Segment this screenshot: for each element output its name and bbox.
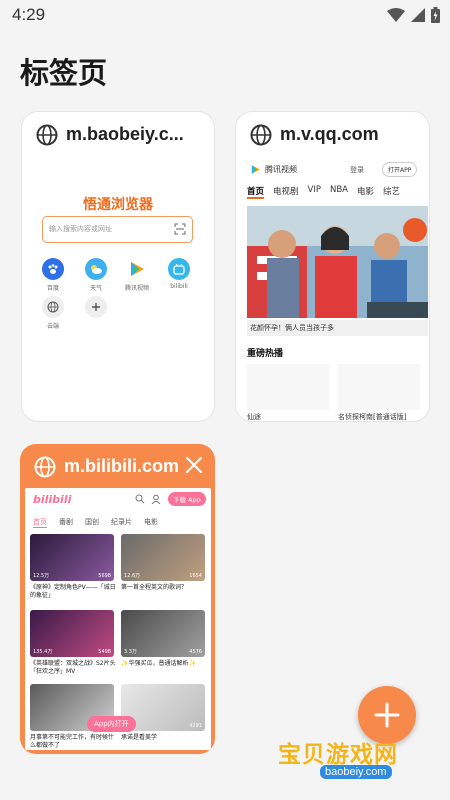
view-count: 12.5万 bbox=[33, 573, 50, 579]
tab-card-header: m.baobeiy.c... bbox=[22, 112, 214, 158]
globe-icon bbox=[42, 296, 64, 318]
nav-tab: 首页 bbox=[247, 187, 265, 199]
search-input[interactable]: 输入搜索内容或网址 bbox=[42, 216, 193, 243]
page-preview: bilibili 下载 App 首页 番剧 国创 纪录片 电影 12.5万 56… bbox=[25, 488, 211, 750]
video-title: 《英雄联盟：双城之战》S2片头「狂欢之序」MV bbox=[30, 660, 116, 675]
nav-tab: VIP bbox=[307, 185, 321, 195]
status-bar: 4:29 bbox=[0, 0, 450, 30]
open-app-button: 打开APP bbox=[382, 162, 418, 177]
wifi-icon bbox=[387, 8, 405, 22]
video-title: 名侦探柯南[普通话版] bbox=[338, 413, 407, 421]
shortcut-label: 腾讯视频 bbox=[124, 285, 149, 292]
nav-tab: NBA bbox=[329, 185, 348, 195]
tab-card-header: m.bilibili.com bbox=[20, 444, 215, 490]
tab-url: m.baobeiy.c... bbox=[66, 124, 184, 144]
shortcut-label: 天气 bbox=[89, 285, 102, 292]
globe-icon bbox=[34, 456, 56, 478]
comment-count: 1654 bbox=[189, 573, 202, 579]
shortcut-label: bilibili bbox=[170, 283, 188, 290]
nav-tab: 电视剧 bbox=[273, 187, 299, 197]
nav-tabs: 首页 番剧 国创 纪录片 电影 bbox=[33, 517, 158, 528]
tab-card-header: m.v.qq.com bbox=[236, 112, 429, 158]
comment-count: 5498 bbox=[98, 649, 111, 655]
status-icons bbox=[387, 7, 440, 23]
tencent-video-icon bbox=[126, 258, 148, 280]
browser-brand: 悟通浏览器 bbox=[83, 197, 153, 213]
video-title: 承诺是看美学 bbox=[121, 734, 158, 741]
watermark-text: 宝贝游戏网 bbox=[278, 742, 398, 768]
comment-count: 4291 bbox=[189, 723, 202, 729]
video-title: 仙途 bbox=[247, 413, 261, 421]
page-preview: 腾讯视频 登录 打开APP 首页 电视剧 VIP NBA 电影 综艺 花颜怀孕！… bbox=[244, 160, 428, 421]
video-thumbnail: 135.4万 5498 bbox=[30, 610, 114, 657]
comment-count: 5698 bbox=[98, 573, 111, 579]
shortcut-weather[interactable]: 天气 bbox=[79, 258, 113, 292]
page-title: 标签页 bbox=[20, 56, 108, 90]
nav-tab: 电影 bbox=[357, 187, 375, 197]
watermark: 宝贝游戏网 baobeiy.com bbox=[270, 725, 440, 795]
video-title: ✨华强买瓜，普通话解析✨ bbox=[121, 660, 196, 667]
nav-tabs: 首页 电视剧 VIP NBA 电影 综艺 bbox=[247, 185, 400, 199]
tab-card-qq[interactable]: m.v.qq.com 腾讯视频 登录 打开APP 首页 电视剧 VIP NBA … bbox=[236, 112, 429, 421]
user-icon bbox=[151, 494, 161, 504]
shortcut-bilibili[interactable]: bilibili bbox=[162, 258, 196, 290]
nav-tab: 电影 bbox=[144, 518, 158, 526]
shortcut-baidu[interactable]: 百度 bbox=[36, 258, 70, 292]
banner-image bbox=[247, 206, 428, 318]
comment-count: 4576 bbox=[189, 649, 202, 655]
nav-tab: 首页 bbox=[33, 518, 47, 528]
open-in-app-button: App内打开 bbox=[87, 716, 136, 732]
status-time: 4:29 bbox=[12, 5, 46, 24]
bilibili-logo: bilibili bbox=[33, 493, 72, 506]
globe-icon bbox=[250, 124, 272, 146]
tab-url: m.v.qq.com bbox=[280, 124, 379, 144]
plus-icon bbox=[85, 296, 107, 318]
watermark-url: baobeiy.com bbox=[320, 765, 392, 779]
bilibili-icon bbox=[168, 258, 190, 280]
search-icon bbox=[135, 494, 145, 504]
video-thumbnail bbox=[247, 364, 329, 410]
view-count: 3.3万 bbox=[124, 649, 137, 655]
tencent-video-icon bbox=[251, 165, 260, 174]
shortcut-tencent-video[interactable]: 腾讯视频 bbox=[120, 258, 154, 292]
nav-tab: 综艺 bbox=[383, 187, 401, 197]
baidu-icon bbox=[42, 258, 64, 280]
search-placeholder: 输入搜索内容或网址 bbox=[49, 225, 112, 233]
nav-tab: 纪录片 bbox=[111, 518, 132, 526]
video-title: 第一首全程英文的歌词？ bbox=[121, 584, 188, 591]
download-app-button: 下载 App bbox=[168, 492, 206, 506]
nav-tab: 国创 bbox=[85, 518, 99, 526]
globe-icon bbox=[36, 124, 58, 146]
weather-icon bbox=[85, 258, 107, 280]
signal-icon bbox=[411, 8, 425, 22]
video-title: 月事第不可能完工作，有时候什么都做不了 bbox=[30, 734, 115, 749]
video-title: 《原神》定制角色PV——「城日的象征」 bbox=[30, 584, 116, 599]
scan-icon[interactable] bbox=[174, 223, 186, 235]
tab-url: m.bilibili.com bbox=[64, 456, 180, 476]
section-title: 重磅热播 bbox=[247, 349, 284, 359]
video-thumbnail: 12.5万 5698 bbox=[30, 534, 114, 581]
logo-text: 腾讯视频 bbox=[265, 165, 297, 174]
video-thumbnail bbox=[338, 364, 420, 410]
login-link: 登录 bbox=[350, 166, 364, 174]
close-tab-icon[interactable] bbox=[185, 456, 203, 474]
view-count: 12.6万 bbox=[124, 573, 141, 579]
banner-caption: 花颜怀孕！俩人员当孩子多 bbox=[247, 320, 428, 336]
view-count: 135.4万 bbox=[33, 649, 53, 655]
shortcut-label: 云端 bbox=[46, 323, 59, 330]
battery-icon bbox=[431, 7, 440, 23]
video-thumbnail: 3.3万 4576 bbox=[121, 610, 205, 657]
nav-tab: 番剧 bbox=[59, 518, 73, 526]
shortcut-cloud[interactable]: 云端 bbox=[36, 296, 70, 330]
tencent-video-logo: 腾讯视频 bbox=[250, 164, 297, 175]
add-shortcut-button[interactable] bbox=[79, 296, 113, 318]
shortcut-label: 百度 bbox=[46, 285, 59, 292]
tab-card-bilibili[interactable]: m.bilibili.com bilibili 下载 App 首页 番剧 国创 … bbox=[20, 444, 215, 754]
video-thumbnail: 12.6万 1654 bbox=[121, 534, 205, 581]
tab-card-baobeiy[interactable]: m.baobeiy.c... 悟通浏览器 输入搜索内容或网址 百度 天气 腾讯视… bbox=[22, 112, 214, 421]
